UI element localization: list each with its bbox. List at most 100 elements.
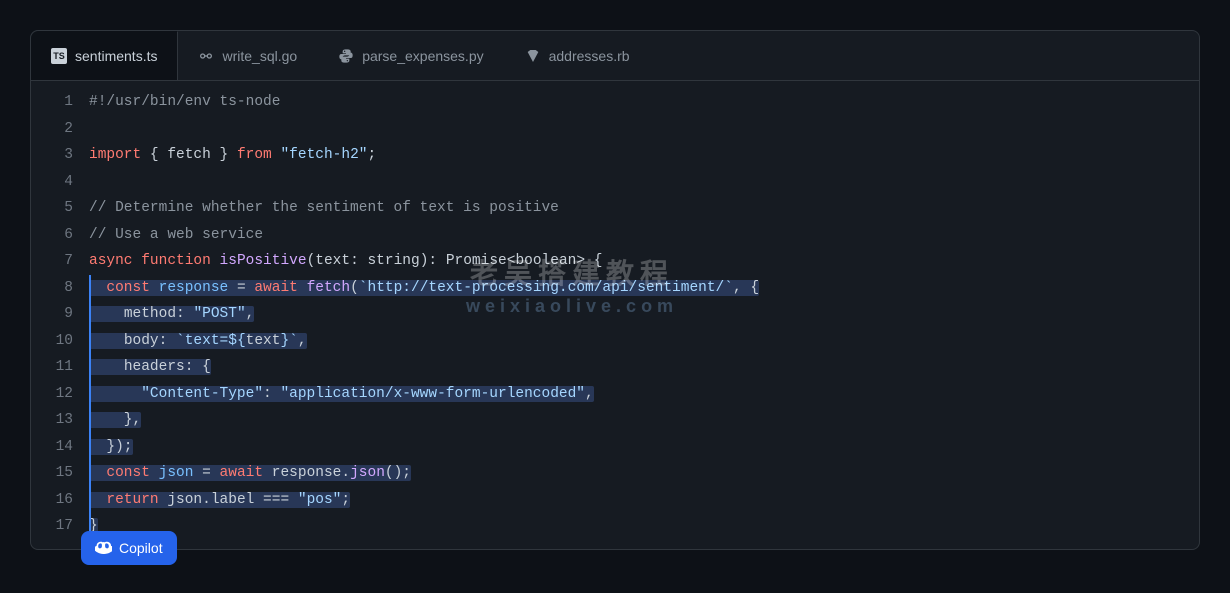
selection-bar	[89, 354, 91, 381]
token-string: `http://text-processing.com/api/sentimen…	[359, 280, 733, 296]
token-punc	[89, 306, 124, 322]
token-keyword: from	[237, 147, 272, 163]
token-keyword: const	[106, 465, 150, 481]
code-line[interactable]: }	[89, 513, 1199, 540]
token-var: json	[167, 492, 202, 508]
line-number: 11	[31, 354, 73, 381]
line-number: 12	[31, 381, 73, 408]
line-number: 17	[31, 513, 73, 540]
selection-bar	[89, 434, 91, 461]
code-line[interactable]: const json = await response.json();	[89, 460, 1199, 487]
token-punc: ):	[420, 253, 446, 269]
code-area[interactable]: 1234567891011121314151617 #!/usr/bin/env…	[31, 81, 1199, 548]
code-line[interactable]	[89, 116, 1199, 143]
token-punc: =	[193, 465, 219, 481]
line-number: 3	[31, 142, 73, 169]
code-content[interactable]: #!/usr/bin/env ts-node import { fetch } f…	[89, 89, 1199, 540]
token-punc	[211, 253, 220, 269]
line-number: 14	[31, 434, 73, 461]
code-line[interactable]	[89, 169, 1199, 196]
token-var: body	[124, 333, 159, 349]
code-line[interactable]: body: `text=${text}`,	[89, 328, 1199, 355]
token-punc	[89, 386, 141, 402]
code-line[interactable]: import { fetch } from "fetch-h2";	[89, 142, 1199, 169]
selection-bar	[89, 407, 91, 434]
line-number: 16	[31, 487, 73, 514]
token-func: fetch	[307, 280, 351, 296]
token-punc: (	[307, 253, 316, 269]
copilot-label: Copilot	[119, 540, 163, 556]
token-string: "POST"	[193, 306, 245, 322]
token-ident: response	[159, 280, 229, 296]
token-var: text	[246, 333, 281, 349]
token-var: label	[211, 492, 255, 508]
token-punc: (	[350, 280, 359, 296]
selection-bar	[89, 460, 91, 487]
tab-sentiments-ts[interactable]: TSsentiments.ts	[31, 31, 178, 80]
token-comment: // Determine whether the sentiment of te…	[89, 200, 559, 216]
code-line[interactable]: #!/usr/bin/env ts-node	[89, 89, 1199, 116]
token-punc: ;	[367, 147, 376, 163]
token-string: }`	[280, 333, 297, 349]
token-punc	[150, 280, 159, 296]
token-string: "Content-Type"	[141, 386, 263, 402]
token-var: response	[272, 465, 342, 481]
token-punc: ,	[585, 386, 594, 402]
line-number: 10	[31, 328, 73, 355]
token-punc: :	[263, 386, 280, 402]
code-line[interactable]: "Content-Type": "application/x-www-form-…	[89, 381, 1199, 408]
tab-bar: TSsentiments.tswrite_sql.goparse_expense…	[31, 31, 1199, 81]
token-string: `text=${	[176, 333, 246, 349]
token-ident: json	[159, 465, 194, 481]
selection-bar	[89, 275, 91, 302]
token-punc: }	[211, 147, 237, 163]
token-comment: #!/usr/bin/env ts-node	[89, 94, 280, 110]
tab-label: addresses.rb	[549, 48, 630, 64]
python-icon	[338, 48, 354, 64]
token-type: boolean	[515, 253, 576, 269]
code-line[interactable]: const response = await fetch(`http://tex…	[89, 275, 1199, 302]
token-var: headers	[124, 359, 185, 375]
token-punc	[89, 492, 106, 508]
token-punc	[89, 333, 124, 349]
token-punc	[298, 280, 307, 296]
code-editor-window: TSsentiments.tswrite_sql.goparse_expense…	[30, 30, 1200, 550]
code-line[interactable]: headers: {	[89, 354, 1199, 381]
line-number-gutter: 1234567891011121314151617	[31, 89, 89, 540]
tab-addresses-rb[interactable]: addresses.rb	[505, 31, 651, 80]
token-func: isPositive	[220, 253, 307, 269]
token-keyword: import	[89, 147, 141, 163]
go-icon	[198, 48, 214, 64]
ruby-icon	[525, 48, 541, 64]
token-punc	[263, 465, 272, 481]
token-punc: .	[341, 465, 350, 481]
code-line[interactable]: method: "POST",	[89, 301, 1199, 328]
code-line[interactable]: return json.label === "pos";	[89, 487, 1199, 514]
token-keyword: await	[220, 465, 264, 481]
token-var: text	[315, 253, 350, 269]
code-line[interactable]: });	[89, 434, 1199, 461]
code-line[interactable]: // Use a web service	[89, 222, 1199, 249]
token-punc: ,	[298, 333, 307, 349]
token-punc: : {	[185, 359, 211, 375]
code-line[interactable]: // Determine whether the sentiment of te…	[89, 195, 1199, 222]
selection-bar	[89, 487, 91, 514]
line-number: 9	[31, 301, 73, 328]
token-punc: :	[159, 333, 176, 349]
copilot-button[interactable]: Copilot	[81, 531, 177, 565]
token-punc: > {	[576, 253, 602, 269]
line-number: 15	[31, 460, 73, 487]
token-punc: .	[202, 492, 211, 508]
tab-label: sentiments.ts	[75, 48, 157, 64]
code-line[interactable]: },	[89, 407, 1199, 434]
token-func: json	[350, 465, 385, 481]
tab-write_sql-go[interactable]: write_sql.go	[178, 31, 318, 80]
line-number: 6	[31, 222, 73, 249]
token-keyword: const	[106, 280, 150, 296]
token-var: method	[124, 306, 176, 322]
line-number: 5	[31, 195, 73, 222]
line-number: 2	[31, 116, 73, 143]
tab-parse_expenses-py[interactable]: parse_expenses.py	[318, 31, 504, 80]
code-line[interactable]: async function isPositive(text: string):…	[89, 248, 1199, 275]
token-type: Promise	[446, 253, 507, 269]
